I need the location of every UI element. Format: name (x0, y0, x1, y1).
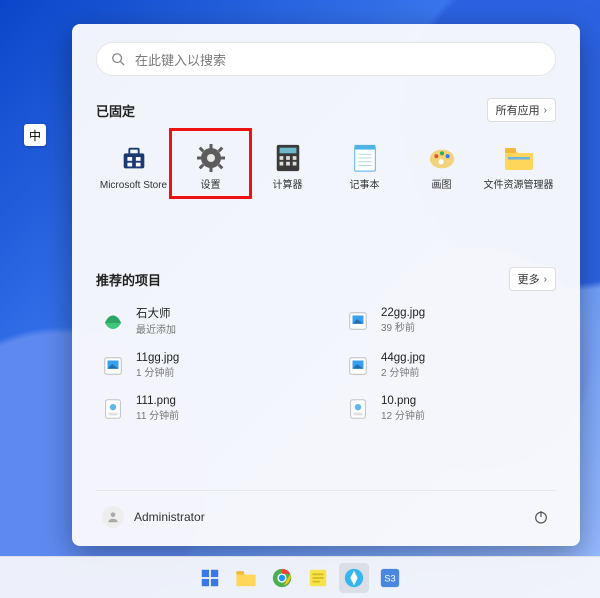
app-label: Microsoft Store (100, 180, 167, 191)
power-button[interactable] (526, 502, 556, 532)
recommended-text: 111.png 11 分钟前 (136, 395, 179, 422)
user-name: Administrator (134, 510, 205, 524)
recommended-text: 10.png 12 分钟前 (381, 395, 425, 422)
app-tile-paint[interactable]: 画图 (404, 134, 479, 197)
app-tile-calculator[interactable]: 计算器 (250, 134, 325, 197)
search-placeholder: 在此键入以搜索 (135, 50, 226, 69)
all-apps-button[interactable]: 所有应用 › (487, 98, 556, 122)
calculator-icon (272, 142, 304, 174)
recommended-title: 推荐的项目 (96, 270, 161, 289)
taskbar-start-button[interactable] (195, 563, 225, 593)
taskbar-s3app[interactable]: S3 (375, 563, 405, 593)
more-button[interactable]: 更多 › (509, 267, 556, 291)
recommended-sub-text: 1 分钟前 (136, 364, 179, 379)
app-label: 文件资源管理器 (484, 180, 554, 191)
search-icon (111, 52, 125, 66)
search-input[interactable]: 在此键入以搜索 (96, 42, 556, 76)
recommended-item[interactable]: 石大师 最近添加 (96, 303, 311, 338)
taskbar-chrome[interactable] (267, 563, 297, 593)
image-file-icon (345, 353, 371, 379)
app-tile-settings[interactable]: 设置 (173, 134, 248, 197)
app-label: 画图 (432, 180, 452, 191)
gear-icon (195, 142, 227, 174)
start-menu: 在此键入以搜索 已固定 所有应用 › Microsoft Store 设置 (72, 24, 580, 546)
recommended-title-text: 44gg.jpg (381, 352, 425, 364)
recommended-item[interactable]: 11gg.jpg 1 分钟前 (96, 350, 311, 381)
png-file-icon (345, 396, 371, 422)
chrome-icon (271, 567, 293, 589)
recommended-text: 44gg.jpg 2 分钟前 (381, 352, 425, 379)
explorer-icon (235, 568, 257, 588)
chevron-right-icon: › (544, 274, 547, 285)
pinned-grid: Microsoft Store 设置 计算器 记事本 画图 (96, 134, 556, 197)
power-icon (533, 509, 549, 525)
image-file-icon (100, 353, 126, 379)
recommended-title-text: 10.png (381, 395, 425, 407)
png-file-icon (100, 396, 126, 422)
explorer-icon (503, 142, 535, 174)
recommended-text: 22gg.jpg 39 秒前 (381, 307, 425, 334)
recommended-title-text: 22gg.jpg (381, 307, 425, 319)
taskbar-explorer[interactable] (231, 563, 261, 593)
recommended-sub-text: 2 分钟前 (381, 364, 425, 379)
ime-indicator[interactable]: 中 (24, 124, 46, 146)
start-footer: Administrator (96, 490, 556, 534)
recommended-text: 11gg.jpg 1 分钟前 (136, 352, 179, 379)
more-label: 更多 (518, 271, 540, 287)
app-green-icon (100, 308, 126, 334)
taskbar-browser2[interactable] (339, 563, 369, 593)
recommended-item[interactable]: 22gg.jpg 39 秒前 (341, 303, 556, 338)
all-apps-label: 所有应用 (496, 102, 540, 118)
avatar-icon (102, 506, 124, 528)
recommended-sub-text: 11 分钟前 (136, 407, 179, 422)
store-icon (118, 142, 150, 174)
note-app-icon (307, 567, 329, 589)
recommended-grid: 石大师 最近添加 22gg.jpg 39 秒前 11gg.jpg 1 分钟前 (96, 303, 556, 424)
recommended-sub-text: 12 分钟前 (381, 407, 425, 422)
notepad-icon (349, 142, 381, 174)
recommended-sub-text: 39 秒前 (381, 319, 425, 334)
recommended-item[interactable]: 44gg.jpg 2 分钟前 (341, 350, 556, 381)
taskbar: S3 (0, 556, 600, 598)
recommended-title-text: 111.png (136, 395, 179, 407)
image-file-icon (345, 308, 371, 334)
svg-text:S3: S3 (384, 573, 395, 583)
app-label: 设置 (201, 180, 221, 191)
app-tile-store[interactable]: Microsoft Store (96, 134, 171, 197)
app-tile-explorer[interactable]: 文件资源管理器 (481, 134, 556, 197)
app-label: 记事本 (350, 180, 380, 191)
paint-icon (426, 142, 458, 174)
user-account-button[interactable]: Administrator (96, 502, 211, 532)
taskbar-noteapp[interactable] (303, 563, 333, 593)
app-tile-notepad[interactable]: 记事本 (327, 134, 402, 197)
recommended-item[interactable]: 10.png 12 分钟前 (341, 393, 556, 424)
pinned-title: 已固定 (96, 101, 135, 120)
recommended-item[interactable]: 111.png 11 分钟前 (96, 393, 311, 424)
recommended-header: 推荐的项目 更多 › (96, 267, 556, 291)
recommended-sub-text: 最近添加 (136, 321, 176, 336)
s3-app-icon: S3 (379, 567, 401, 589)
chevron-right-icon: › (544, 105, 547, 116)
recommended-title-text: 11gg.jpg (136, 352, 179, 364)
app-label: 计算器 (273, 180, 303, 191)
recommended-title-text: 石大师 (136, 305, 176, 321)
recommended-text: 石大师 最近添加 (136, 305, 176, 336)
browser2-icon (343, 567, 365, 589)
start-icon (199, 567, 221, 589)
pinned-header: 已固定 所有应用 › (96, 98, 556, 122)
